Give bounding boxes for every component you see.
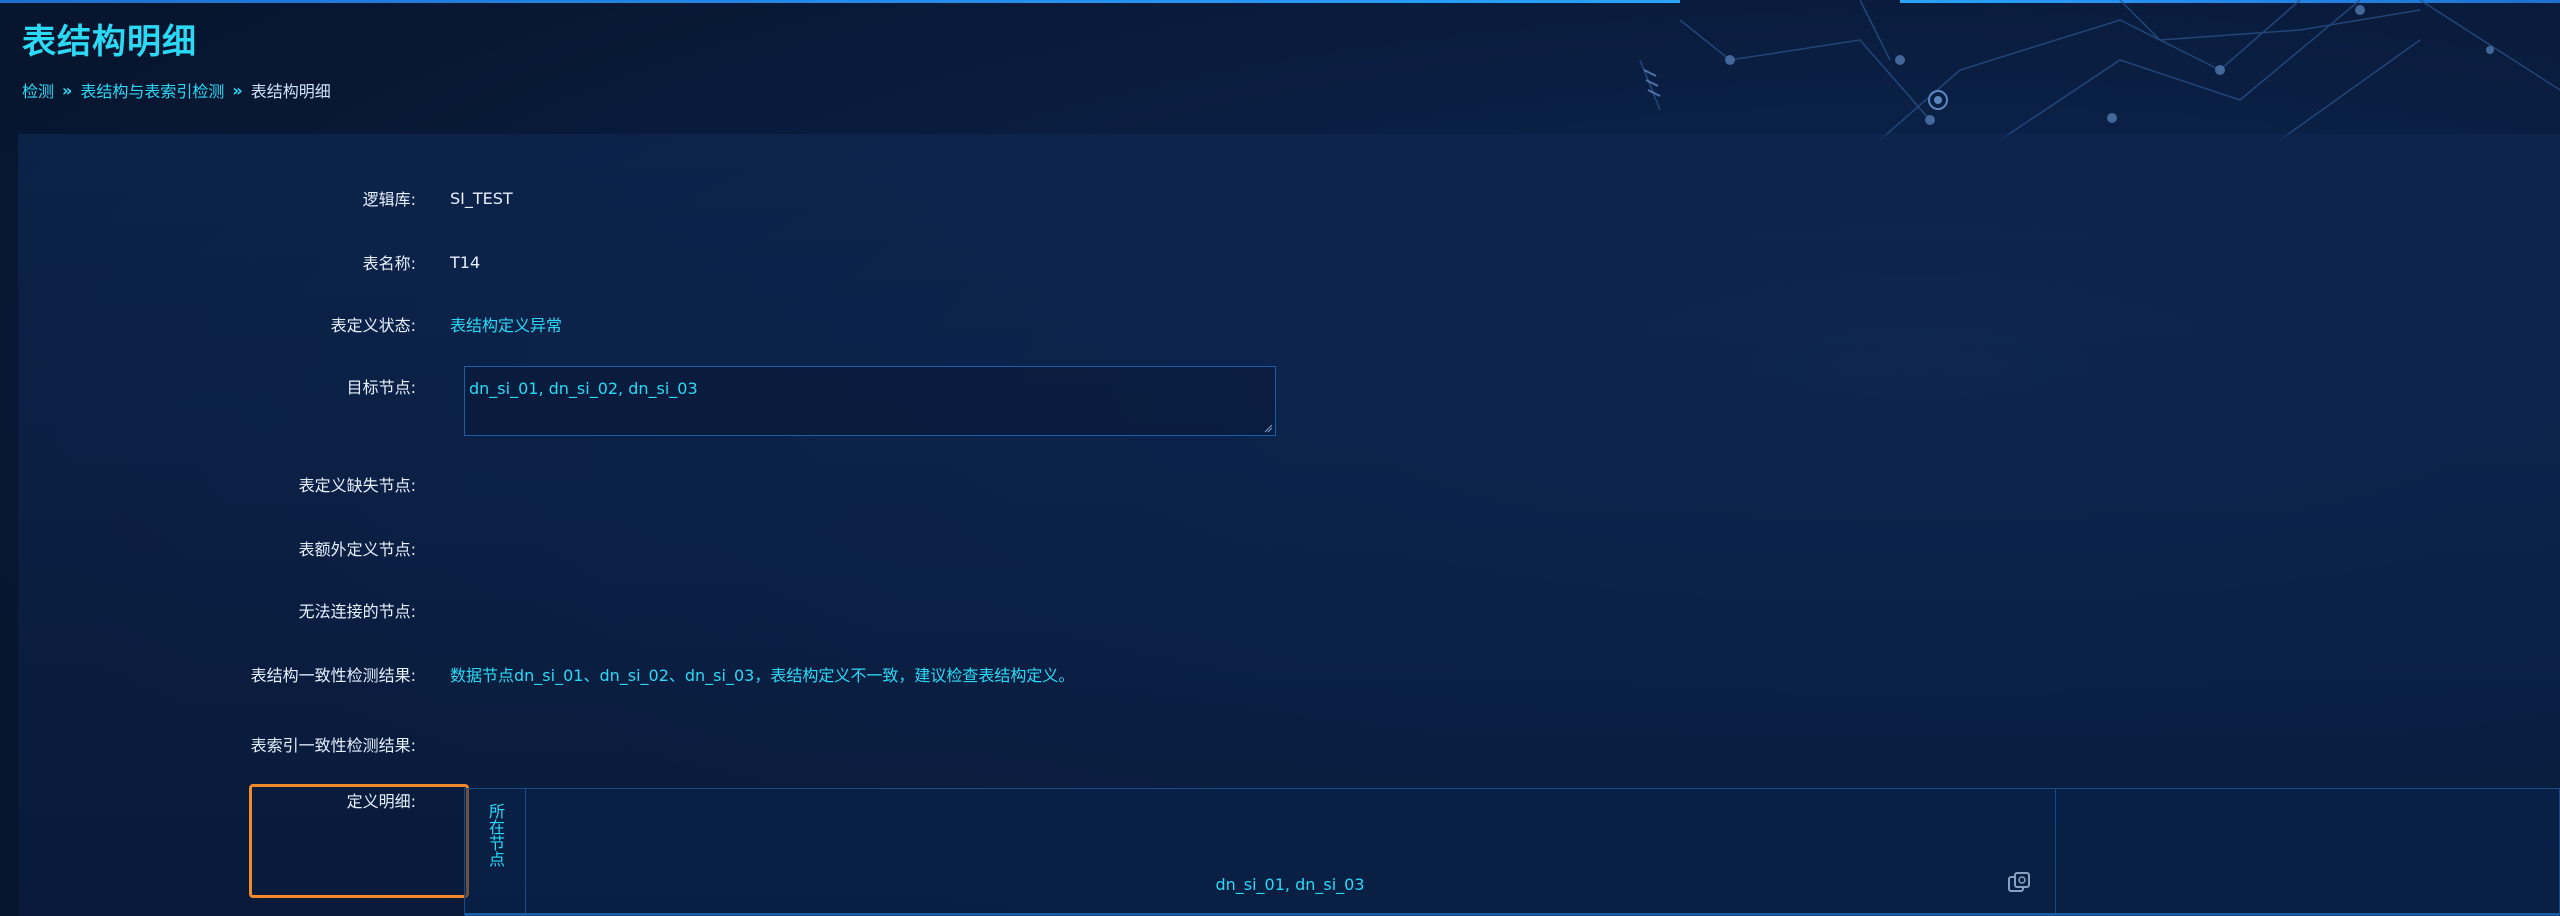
field-extra-nodes: 表额外定义节点: <box>18 532 450 564</box>
breadcrumb-separator: » <box>232 80 243 100</box>
definition-detail-table: 所在节点 dn_si_01, dn_si_03 <box>464 788 2560 916</box>
field-definition-status: 表定义状态: 表结构定义异常 <box>18 308 562 340</box>
nodes-value: dn_si_01, dn_si_03 <box>1215 875 1365 894</box>
page: 表结构明细 检测 » 表结构与表索引检测 » 表结构明细 逻辑库: SI_TES… <box>0 0 2560 916</box>
target-nodes-textarea[interactable]: dn_si_01, dn_si_02, dn_si_03 <box>464 366 1276 436</box>
field-target-nodes: 目标节点: <box>18 370 430 402</box>
field-index-consistency-result: 表索引一致性检测结果: <box>18 728 450 760</box>
breadcrumb-item-check[interactable]: 检测 <box>22 78 54 102</box>
field-missing-nodes: 表定义缺失节点: <box>18 468 450 500</box>
field-label: 表索引一致性检测结果: <box>250 736 416 755</box>
structure-consistency-value: 数据节点dn_si_01、dn_si_02、dn_si_03，表结构定义不一致，… <box>450 666 1075 685</box>
field-value: SI_TEST <box>450 188 513 208</box>
resize-grip-icon[interactable] <box>1263 423 1273 433</box>
field-label: 目标节点: <box>346 378 416 397</box>
field-label: 表结构一致性检测结果: <box>250 666 416 685</box>
page-title: 表结构明细 <box>22 22 197 62</box>
detail-panel: 逻辑库: SI_TEST 表名称: T14 表定义状态: 表结构定义异常 目标节… <box>18 134 2560 916</box>
copy-icon[interactable] <box>2005 869 2033 897</box>
field-label: 表定义缺失节点: <box>298 476 416 495</box>
breadcrumb-current: 表结构明细 <box>250 82 331 101</box>
field-table-name: 表名称: T14 <box>18 246 481 278</box>
target-nodes-value[interactable]: dn_si_01, dn_si_02, dn_si_03 <box>465 367 1275 410</box>
definition-content-column: dn_si_01, dn_si_03 <box>525 789 2056 915</box>
circuit-decoration <box>1639 0 2560 140</box>
table-bottom-border <box>465 913 2559 915</box>
highlight-annotation-box <box>249 784 469 898</box>
field-label: 表定义状态: <box>330 316 416 335</box>
field-unreachable-nodes: 无法连接的节点: <box>18 594 450 626</box>
field-structure-consistency-result: 表结构一致性检测结果: 数据节点dn_si_01、dn_si_02、dn_si_… <box>18 658 1075 690</box>
node-column: 所在节点 <box>465 789 526 915</box>
field-label: 逻辑库: <box>362 190 416 209</box>
field-label: 表额外定义节点: <box>298 540 416 559</box>
breadcrumb: 检测 » 表结构与表索引检测 » 表结构明细 <box>22 78 331 102</box>
node-column-header: 所在节点 <box>486 803 505 867</box>
breadcrumb-separator: » <box>62 80 73 100</box>
breadcrumb-item-table-structure-index-check[interactable]: 表结构与表索引检测 <box>80 78 224 102</box>
field-label: 无法连接的节点: <box>298 602 416 621</box>
field-logical-db: 逻辑库: SI_TEST <box>18 182 513 214</box>
field-value: T14 <box>450 252 481 272</box>
status-value: 表结构定义异常 <box>450 316 563 335</box>
field-label: 表名称: <box>362 254 416 273</box>
top-accent-line <box>0 0 1680 3</box>
